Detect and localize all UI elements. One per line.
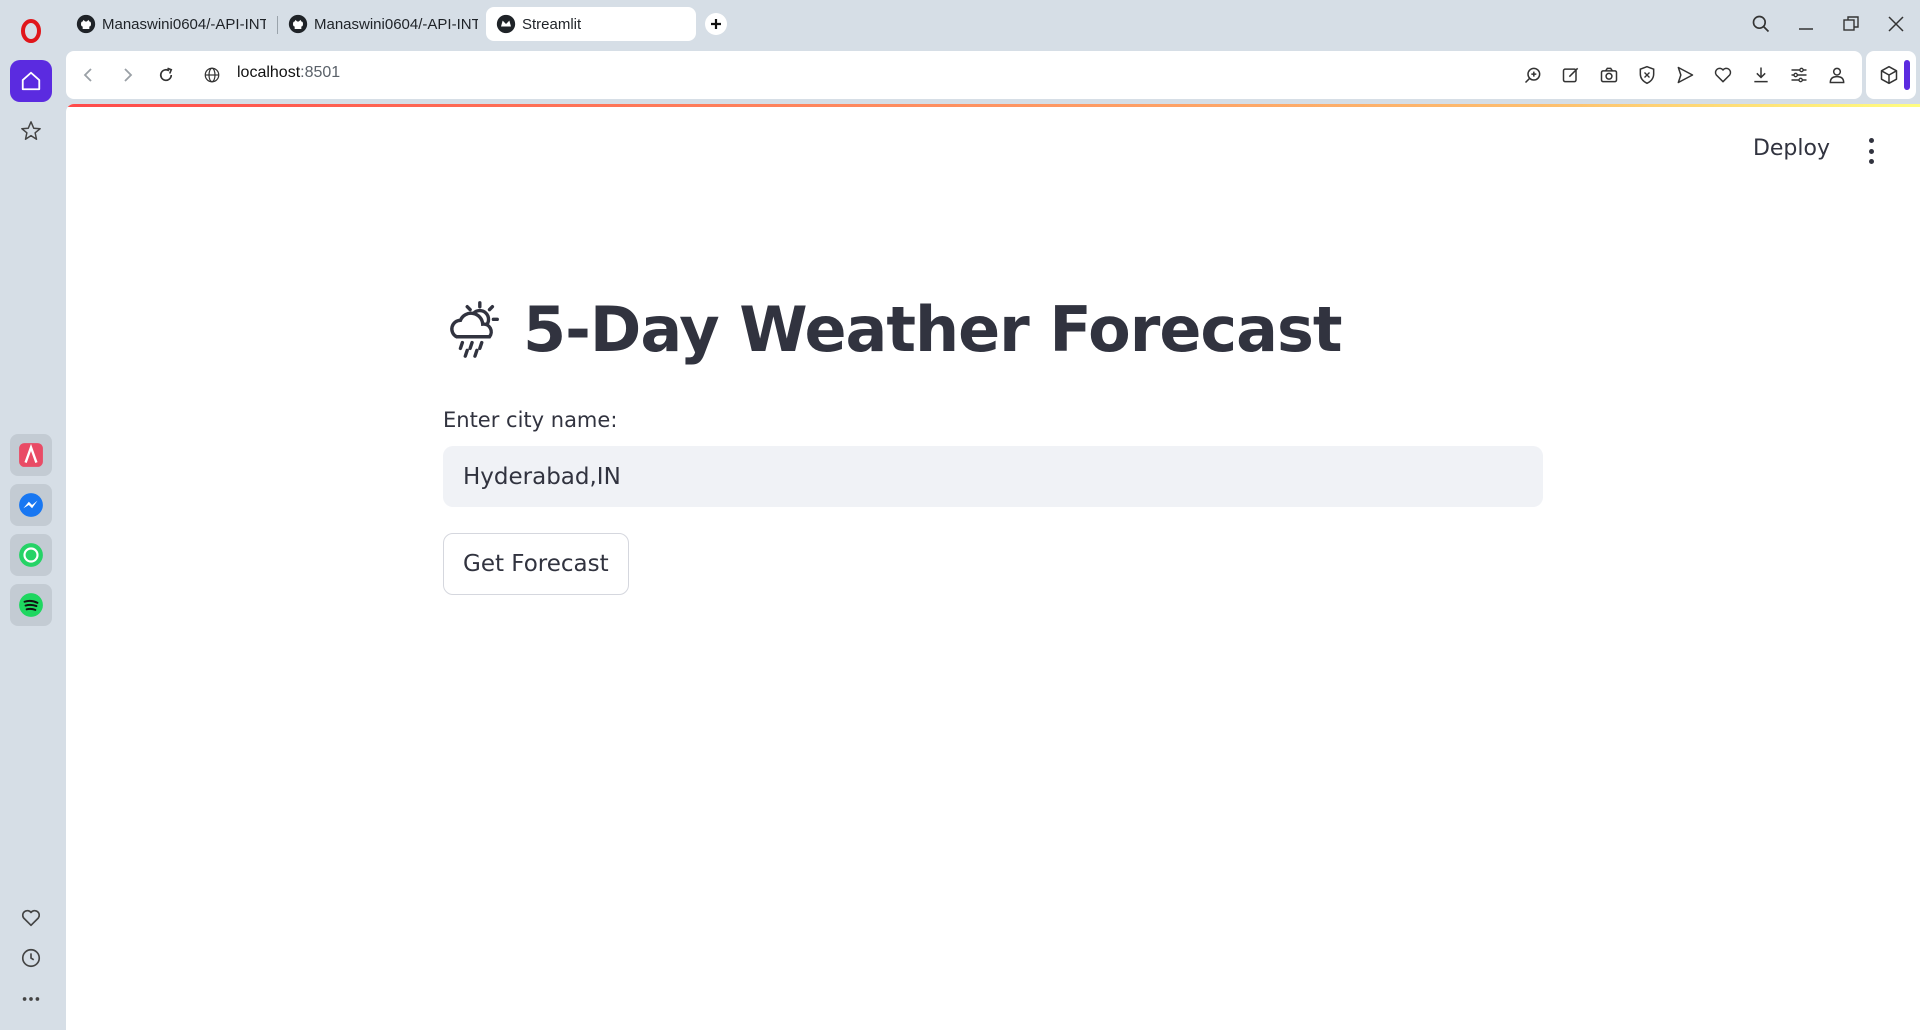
extensions-area xyxy=(1866,51,1916,99)
edit-icon xyxy=(1562,67,1579,83)
sun-behind-rain-cloud-icon xyxy=(450,301,499,358)
new-tab-button[interactable] xyxy=(705,13,727,35)
bookmark-heart-button[interactable] xyxy=(1711,63,1735,87)
zoom-button[interactable] xyxy=(1521,63,1545,87)
snapshot-button[interactable] xyxy=(1597,63,1621,87)
url-field[interactable]: localhost:8501 xyxy=(237,64,340,82)
shield-icon xyxy=(1639,65,1655,85)
adblock-button[interactable] xyxy=(1635,63,1659,87)
tab-title: Streamlit xyxy=(522,15,582,33)
spotify-icon[interactable] xyxy=(10,584,52,626)
page-title: 5-Day Weather Forecast xyxy=(523,292,1343,366)
camera-icon xyxy=(1600,67,1618,83)
opera-logo-icon[interactable] xyxy=(10,10,52,52)
restore-icon xyxy=(1843,16,1859,31)
minimize-button[interactable] xyxy=(1792,10,1820,38)
download-icon xyxy=(1754,67,1768,83)
address-toolbar: localhost:8501 xyxy=(66,51,1862,99)
heart-icon xyxy=(1714,67,1732,83)
profile-button[interactable] xyxy=(1825,63,1849,87)
zoom-icon xyxy=(1524,67,1541,84)
tab-streamlit[interactable]: Streamlit xyxy=(486,7,696,41)
close-icon xyxy=(1888,16,1904,32)
menu-dot xyxy=(1868,148,1874,154)
easy-setup-button[interactable] xyxy=(1787,63,1811,87)
home-icon[interactable] xyxy=(10,60,52,102)
plus-icon xyxy=(711,19,721,29)
main-block: 5-Day Weather Forecast Enter city name: … xyxy=(443,284,1543,595)
heart-icon[interactable] xyxy=(10,897,52,939)
reload-icon xyxy=(159,67,173,82)
github-icon xyxy=(288,14,308,34)
city-input[interactable] xyxy=(443,446,1543,507)
aria-icon[interactable] xyxy=(10,434,52,476)
forward-arrow-icon xyxy=(124,68,133,82)
main-menu-button[interactable] xyxy=(1866,138,1876,164)
globe-icon xyxy=(204,67,220,83)
more-icon[interactable] xyxy=(10,978,52,1020)
tab-title: Manaswini0604/-API-INTE xyxy=(314,15,478,33)
back-button[interactable] xyxy=(76,63,100,87)
title-row: 5-Day Weather Forecast xyxy=(443,284,1543,374)
sidebar-toggle-indicator[interactable] xyxy=(1904,60,1910,90)
tab-github-1[interactable]: Manaswini0604/-API-INTE xyxy=(66,7,276,41)
menu-dot xyxy=(1868,138,1874,143)
cube-icon xyxy=(1880,65,1898,85)
streamlit-icon xyxy=(496,14,516,34)
forward-button[interactable] xyxy=(116,63,140,87)
history-icon[interactable] xyxy=(10,937,52,979)
reload-button[interactable] xyxy=(154,63,178,87)
tab-github-2[interactable]: Manaswini0604/-API-INTE xyxy=(278,7,488,41)
minimize-icon xyxy=(1799,28,1813,30)
edit-button[interactable] xyxy=(1559,63,1583,87)
close-button[interactable] xyxy=(1882,10,1910,38)
user-icon xyxy=(1829,67,1845,84)
opera-sidebar xyxy=(0,0,62,1030)
send-button[interactable] xyxy=(1673,63,1697,87)
back-arrow-icon xyxy=(83,68,92,82)
menu-dot xyxy=(1868,159,1874,164)
site-info-button[interactable] xyxy=(200,63,224,87)
star-icon[interactable] xyxy=(10,110,52,152)
streamlit-page: Deploy 5-Day Weather Forecast Enter city… xyxy=(66,104,1920,1030)
extensions-button[interactable] xyxy=(1877,63,1901,87)
search-tabs-button[interactable] xyxy=(1747,10,1775,38)
tab-title: Manaswini0604/-API-INTE xyxy=(102,15,266,33)
restore-button[interactable] xyxy=(1837,10,1865,38)
search-icon xyxy=(1752,15,1770,33)
city-input-label: Enter city name: xyxy=(443,408,618,432)
deploy-button[interactable]: Deploy xyxy=(1753,136,1830,161)
send-icon xyxy=(1677,66,1694,84)
settings-sliders-icon xyxy=(1791,67,1807,83)
get-forecast-button[interactable]: Get Forecast xyxy=(443,533,629,595)
tab-strip: Manaswini0604/-API-INTE Manaswini0604/-A… xyxy=(62,0,1920,48)
url-port: :8501 xyxy=(300,64,341,81)
downloads-button[interactable] xyxy=(1749,63,1773,87)
header-decoration-bar xyxy=(66,104,1920,107)
url-host: localhost xyxy=(237,64,301,81)
messenger-icon[interactable] xyxy=(10,484,52,526)
whatsapp-icon[interactable] xyxy=(10,534,52,576)
github-icon xyxy=(76,14,96,34)
